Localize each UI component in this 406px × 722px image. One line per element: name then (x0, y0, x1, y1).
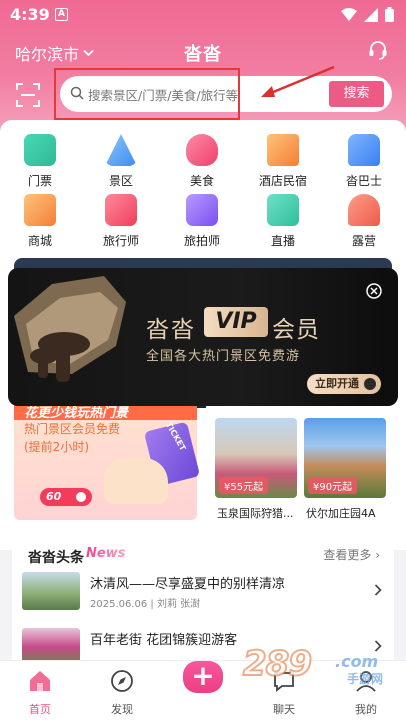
chevron-down-icon (83, 49, 94, 57)
city-selector[interactable]: 哈尔滨市 (15, 41, 94, 65)
nav-label: 发现 (111, 703, 133, 716)
scenic-photo-1[interactable]: ¥55元起 (215, 418, 297, 498)
nav-discover[interactable]: 发现 (92, 669, 152, 717)
notification-a-icon: A (55, 8, 68, 21)
signal-icon (364, 7, 378, 22)
ticket-icon (24, 134, 56, 166)
scan-icon[interactable] (16, 83, 40, 107)
news-title: 沓沓头条 (28, 550, 84, 566)
category-live[interactable]: 直播 (243, 194, 323, 249)
vip-open-label: 立即开通 (315, 377, 359, 390)
promo-badge-text: 60 (46, 490, 62, 503)
top-bar: 哈尔滨市 沓沓 (0, 36, 406, 66)
watermark-domain: .com (335, 652, 379, 671)
suitcase-icon (105, 194, 137, 226)
scenic-label-1: 玉泉国际狩猎... (217, 507, 294, 520)
price-tag: ¥55元起 (219, 477, 269, 494)
watermark-text: 手游网 (347, 672, 384, 686)
camera-icon (186, 194, 218, 226)
nav-label: 首页 (29, 703, 51, 716)
promo-line-2: (提前2小时) (24, 440, 89, 454)
news-item-title: 沐清风——尽享盛夏中的别样清凉 (90, 577, 286, 592)
category-label: 酒店民宿 (258, 174, 307, 188)
annotation-arrow-icon (261, 65, 335, 97)
vip-subtitle: 全国各大热门景区免费游 (146, 349, 301, 364)
customer-service-icon[interactable] (368, 40, 388, 60)
category-label: 露营 (351, 234, 376, 248)
category-label: 美食 (189, 174, 214, 188)
badge-dot-icon (76, 492, 86, 502)
status-icons (341, 7, 394, 22)
news-item[interactable]: 沐清风——尽享盛夏中的别样清凉 2025.06.06 | 刘莉 张澍 (22, 572, 384, 620)
category-tickets[interactable]: 门票 (0, 134, 80, 189)
chevron-right-icon (374, 584, 382, 596)
promo-line-1: 热门景区会员免费 (24, 422, 121, 436)
category-food[interactable]: 美食 (162, 134, 242, 189)
category-scenic[interactable]: 景区 (81, 134, 161, 189)
battery-icon (385, 7, 394, 22)
live-icon (267, 194, 299, 226)
news-item-meta: 2025.06.06 | 刘莉 张澍 (90, 599, 201, 610)
category-bus[interactable]: 沓巴士 (324, 134, 404, 189)
nav-label: 聊天 (273, 703, 295, 716)
scenic-label-2: 伏尔加庄园4A (306, 507, 376, 520)
mountain-icon (105, 134, 137, 166)
news-thumbnail (22, 572, 80, 610)
discover-icon (111, 670, 133, 692)
vip-open-button[interactable]: 立即开通 (307, 374, 381, 394)
vip-chip: VIP (204, 307, 268, 337)
category-label: 商城 (27, 234, 52, 248)
status-time: 4:39 (10, 5, 50, 24)
category-photographer[interactable]: 旅拍师 (162, 194, 242, 249)
promo-badge: 60 (40, 488, 92, 506)
category-label: 门票 (27, 174, 52, 188)
category-label: 旅拍师 (183, 234, 220, 248)
category-mall[interactable]: 商城 (0, 194, 80, 249)
watermark: 289 .com 手游网 (235, 640, 395, 690)
news-tag: News (86, 546, 126, 561)
vip-member-label: 会员 (272, 317, 320, 343)
bus-icon (348, 134, 380, 166)
tent-icon (348, 194, 380, 226)
arrow-right-icon (364, 378, 376, 390)
hand-illustration-icon (104, 458, 168, 504)
nav-home[interactable]: 首页 (10, 669, 70, 717)
vip-brand: 沓沓 (146, 317, 196, 343)
mascot-icon (14, 276, 126, 382)
price-tag: ¥90元起 (308, 477, 358, 494)
home-icon (30, 671, 50, 691)
city-label: 哈尔滨市 (15, 45, 80, 64)
shop-icon (24, 194, 56, 226)
nav-label: 我的 (355, 703, 377, 716)
hotel-icon (267, 134, 299, 166)
category-hotel[interactable]: 酒店民宿 (243, 134, 323, 189)
category-travel-guide[interactable]: 旅行师 (81, 194, 161, 249)
scenic-photo-2[interactable]: ¥90元起 (304, 418, 386, 498)
news-more-link[interactable]: 查看更多 › (323, 546, 380, 563)
category-label: 旅行师 (102, 234, 139, 248)
heart-food-icon (186, 134, 218, 166)
annotation-highlight-box (54, 68, 240, 120)
category-camping[interactable]: 露营 (324, 194, 404, 249)
category-label: 直播 (270, 234, 295, 248)
close-icon[interactable] (366, 283, 382, 299)
wifi-icon (341, 7, 357, 21)
category-label: 景区 (108, 174, 133, 188)
news-item-title: 百年老街 花团锦簇迎游客 (90, 633, 238, 648)
status-bar: 4:39 A (0, 0, 406, 30)
watermark-number: 289 (242, 643, 313, 685)
category-label: 沓巴士 (345, 174, 382, 188)
plus-icon[interactable]: + (183, 661, 223, 693)
